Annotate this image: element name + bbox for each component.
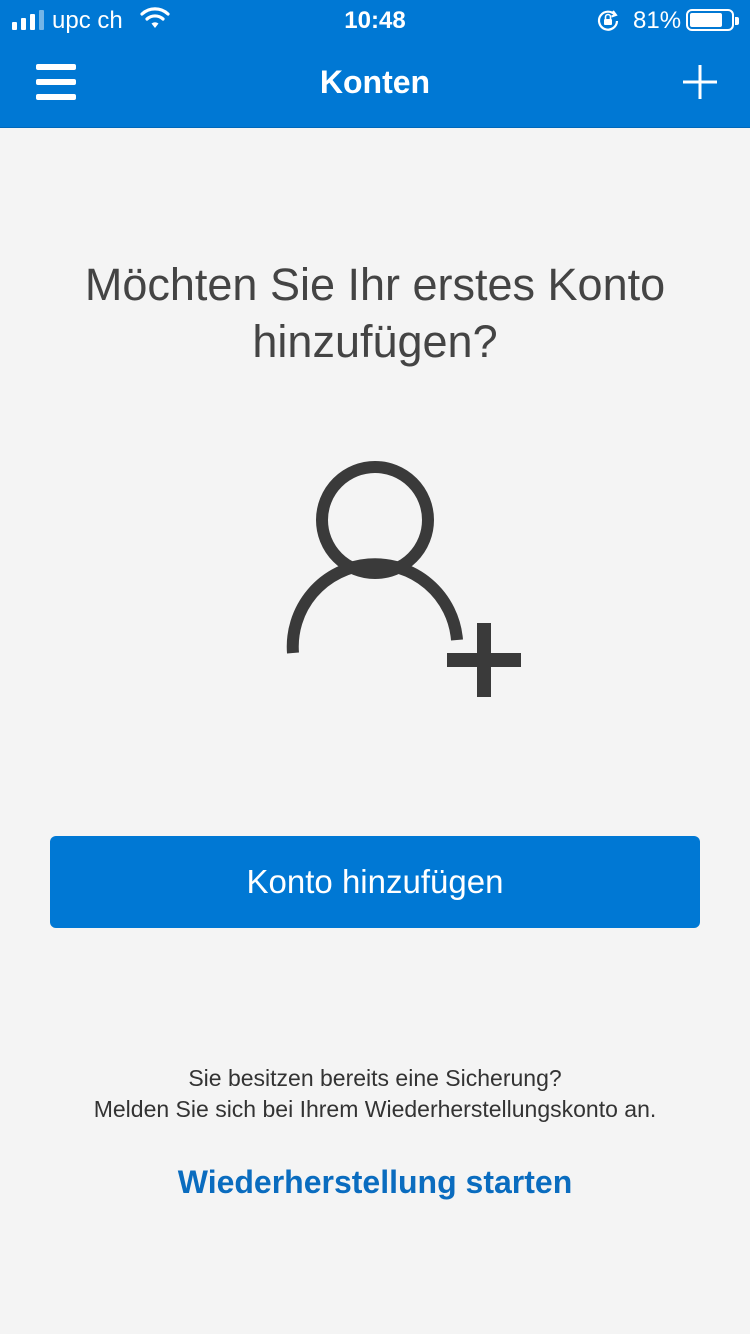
battery-level-fill — [690, 13, 722, 27]
battery-percent: 81% — [633, 7, 682, 34]
empty-state-heading: Möchten Sie Ihr erstes Konto hinzufügen? — [84, 259, 666, 367]
backup-instruction: Melden Sie sich bei Ihrem Wiederherstell… — [93, 1096, 657, 1122]
backup-info: Sie besitzen bereits eine Sicherung? Mel… — [0, 1063, 750, 1125]
add-person-icon — [285, 460, 525, 705]
start-recovery-link[interactable]: Wiederherstellung starten — [0, 1164, 750, 1201]
rotation-lock-icon — [596, 8, 620, 39]
plus-icon[interactable] — [682, 64, 718, 100]
page-title: Konten — [319, 64, 431, 100]
app-header: upc ch 10:48 81% Konten — [0, 0, 750, 128]
status-bar: upc ch 10:48 81% — [0, 0, 750, 40]
battery-icon — [686, 9, 739, 31]
add-account-button[interactable]: Konto hinzufügen — [50, 836, 700, 928]
backup-question: Sie besitzen bereits eine Sicherung? — [188, 1065, 562, 1091]
